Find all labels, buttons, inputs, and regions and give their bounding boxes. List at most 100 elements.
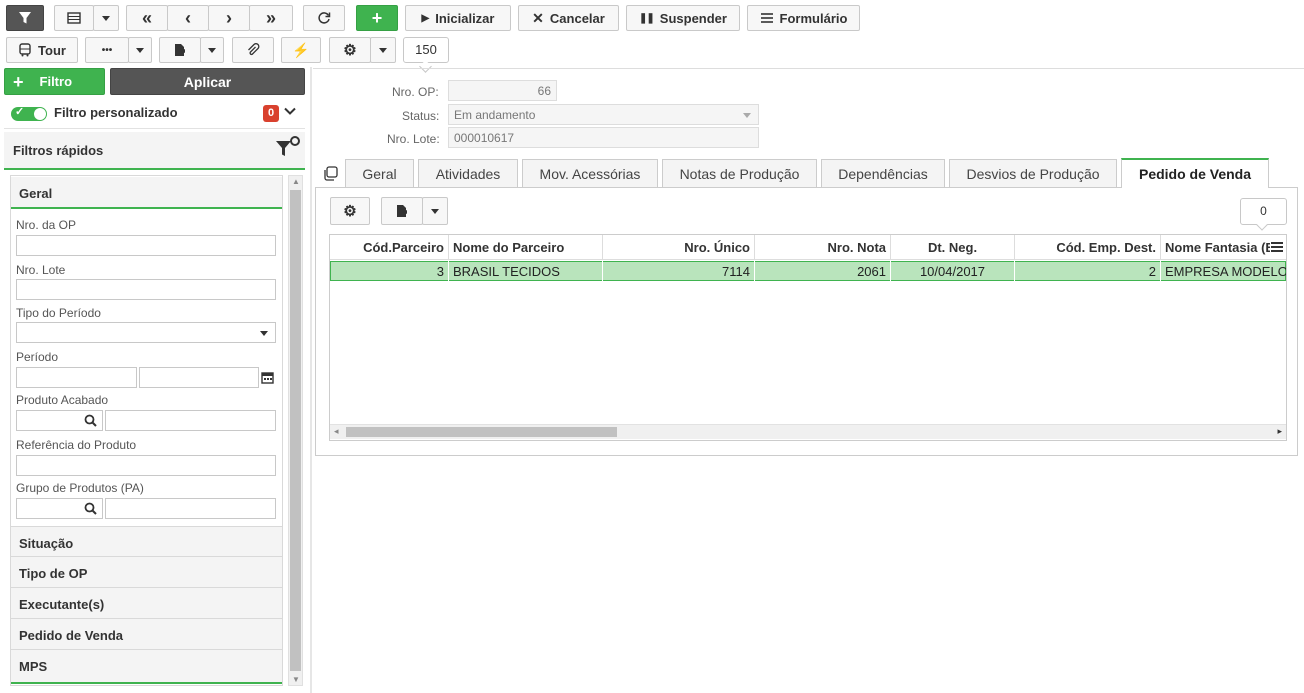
- grupo-produtos-desc-input[interactable]: [105, 498, 276, 519]
- tab-pedido-venda[interactable]: Pedido de Venda: [1121, 158, 1269, 188]
- search-icon[interactable]: [84, 502, 97, 515]
- settings-button[interactable]: ⚙: [329, 37, 371, 63]
- panel-divider: [310, 67, 312, 693]
- col-nome-fantasia[interactable]: Nome Fantasia (E: [1161, 235, 1271, 260]
- grid-view-dropdown[interactable]: [93, 5, 119, 31]
- section-geral[interactable]: Geral: [11, 177, 282, 209]
- double-chevron-right-icon: »: [265, 7, 276, 28]
- nro-op-input[interactable]: [16, 235, 276, 256]
- tab-atividades[interactable]: Atividades: [418, 159, 518, 188]
- more-dots-icon: •••: [101, 44, 113, 56]
- actions-button[interactable]: ⚡: [281, 37, 321, 63]
- add-filter-button[interactable]: + Filtro: [4, 68, 105, 95]
- settings-dropdown[interactable]: [370, 37, 396, 63]
- grid-settings-button[interactable]: ⚙: [330, 197, 370, 225]
- plus-icon: +: [13, 71, 24, 92]
- grid-export-button[interactable]: [381, 197, 423, 225]
- nro-lote-label: Nro. Lote: [16, 263, 66, 277]
- periodo-end-input[interactable]: [139, 367, 259, 388]
- more-options-dropdown[interactable]: [128, 37, 152, 63]
- export-button[interactable]: [159, 37, 201, 63]
- col-nro-unico[interactable]: Nro. Único: [603, 235, 755, 260]
- periodo-start-input[interactable]: [16, 367, 137, 388]
- inicializar-button[interactable]: ▶ Inicializar: [405, 5, 511, 31]
- section-tipo-op[interactable]: Tipo de OP: [11, 557, 282, 588]
- more-options-button[interactable]: •••: [85, 37, 129, 63]
- grid-export-dropdown[interactable]: [422, 197, 448, 225]
- grid-horizontal-scrollbar[interactable]: ◂ ▸: [330, 424, 1286, 439]
- form-list-icon: [760, 13, 773, 23]
- nro-op-form-label: Nro. OP:: [392, 85, 439, 99]
- column-menu-icon[interactable]: [1270, 240, 1284, 254]
- filtro-personalizado-toggle[interactable]: ✓: [11, 106, 47, 121]
- search-icon[interactable]: [84, 414, 97, 427]
- tab-notas-producao[interactable]: Notas de Produção: [662, 159, 817, 188]
- export-dropdown[interactable]: [200, 37, 224, 63]
- referencia-produto-input[interactable]: [16, 455, 276, 476]
- calendar-icon[interactable]: [261, 371, 274, 387]
- tour-button[interactable]: Tour: [6, 37, 78, 63]
- chevron-down-icon: [431, 208, 439, 214]
- filter-toggle-button[interactable]: [6, 5, 44, 31]
- previous-record-button[interactable]: ‹: [167, 5, 209, 31]
- col-nome-parceiro[interactable]: Nome do Parceiro: [449, 235, 603, 260]
- section-pedido-venda[interactable]: Pedido de Venda: [11, 619, 282, 650]
- chevron-down-icon: [102, 15, 110, 21]
- status-form-label: Status:: [402, 109, 440, 123]
- status-form-select: Em andamento: [448, 104, 759, 125]
- col-dt-neg[interactable]: Dt. Neg.: [891, 235, 1015, 260]
- filter-settings-icon[interactable]: [275, 135, 301, 164]
- tabs-copy-icon[interactable]: [323, 166, 338, 184]
- chevron-down-icon[interactable]: [283, 104, 297, 121]
- section-executantes[interactable]: Executante(s): [11, 588, 282, 619]
- tipo-periodo-select[interactable]: [16, 322, 276, 343]
- last-record-button[interactable]: »: [249, 5, 293, 31]
- filtros-rapidos-title: Filtros rápidos: [13, 143, 104, 158]
- chevron-down-icon: [136, 47, 144, 53]
- tab-geral[interactable]: Geral: [345, 159, 414, 188]
- attachment-button[interactable]: [232, 37, 274, 63]
- formulario-button[interactable]: Formulário: [747, 5, 860, 31]
- col-cod-emp-dest[interactable]: Cód. Emp. Dest.: [1015, 235, 1161, 260]
- cell-cod-parceiro: 3: [330, 261, 449, 281]
- chevron-left-icon: ‹: [185, 7, 191, 28]
- check-icon: ✓: [15, 106, 25, 118]
- first-record-button[interactable]: «: [126, 5, 168, 31]
- col-nro-nota[interactable]: Nro. Nota: [755, 235, 891, 260]
- refresh-icon: [318, 12, 331, 24]
- filter-icon: [19, 12, 31, 24]
- sidebar-scrollbar[interactable]: ▲ ▼: [288, 175, 303, 686]
- next-record-button[interactable]: ›: [208, 5, 250, 31]
- tab-dependencias[interactable]: Dependências: [821, 159, 945, 188]
- periodo-label: Período: [16, 350, 59, 364]
- grid-view-button[interactable]: [54, 5, 94, 31]
- scroll-down-icon[interactable]: ▼: [292, 675, 300, 684]
- sidebar-scroll-thumb[interactable]: [290, 190, 301, 671]
- nro-op-form-value: 66: [448, 80, 557, 101]
- chevron-down-icon: [379, 47, 387, 53]
- produto-acabado-code-input[interactable]: [16, 410, 103, 431]
- refresh-button[interactable]: [303, 5, 345, 31]
- col-cod-parceiro[interactable]: Cód.Parceiro: [330, 235, 449, 260]
- nro-lote-form-label: Nro. Lote:: [387, 132, 440, 146]
- aplicar-button[interactable]: Aplicar: [110, 68, 305, 95]
- section-situacao[interactable]: Situação: [11, 526, 282, 557]
- produto-acabado-desc-input[interactable]: [105, 410, 276, 431]
- scroll-up-icon[interactable]: ▲: [292, 177, 300, 186]
- cancelar-button[interactable]: ✕ Cancelar: [518, 5, 619, 31]
- tab-mov-acessorias[interactable]: Mov. Acessórias: [522, 159, 658, 188]
- section-mps[interactable]: MPS: [11, 650, 282, 684]
- scroll-left-icon[interactable]: ◂: [334, 426, 339, 437]
- cell-cod-emp-dest: 2: [1015, 261, 1161, 281]
- add-button[interactable]: +: [356, 5, 398, 31]
- grid-scroll-thumb[interactable]: [346, 427, 617, 437]
- page-size-input[interactable]: 150: [403, 37, 449, 63]
- filtro-personalizado-label: Filtro personalizado: [54, 105, 178, 120]
- grupo-produtos-label: Grupo de Produtos (PA): [16, 481, 144, 495]
- nro-lote-input[interactable]: [16, 279, 276, 300]
- suspender-button[interactable]: ❚❚ Suspender: [626, 5, 740, 31]
- grupo-produtos-code-input[interactable]: [16, 498, 103, 519]
- tab-desvios-producao[interactable]: Desvios de Produção: [949, 159, 1117, 188]
- scroll-right-icon[interactable]: ▸: [1277, 426, 1282, 437]
- play-icon: ▶: [421, 12, 430, 24]
